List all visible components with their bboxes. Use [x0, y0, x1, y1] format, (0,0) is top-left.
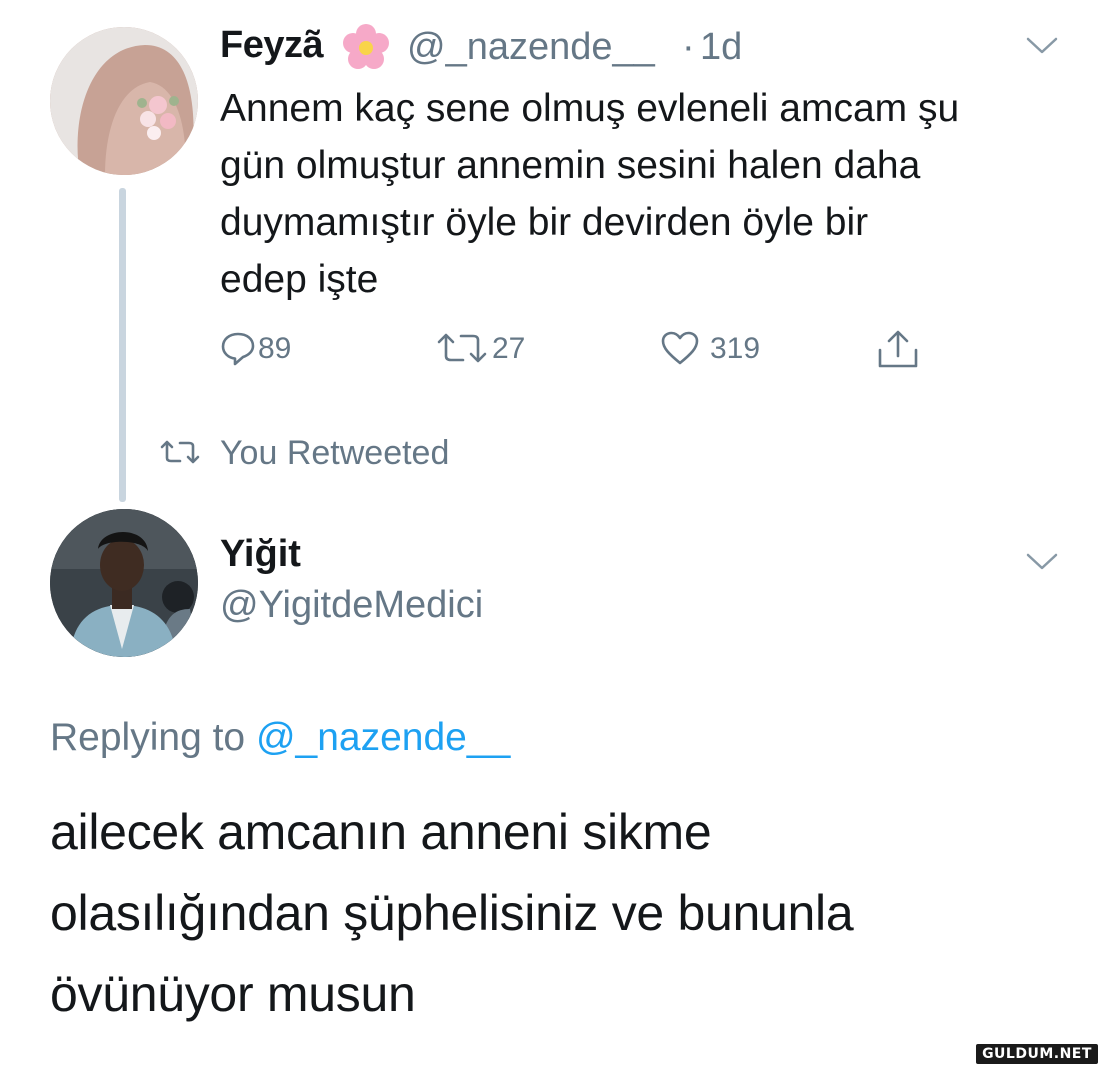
- flower-emoji: [343, 24, 389, 69]
- retweeted-label: You Retweeted: [220, 434, 450, 472]
- reply-icon: [221, 332, 255, 366]
- author-name[interactable]: Yiğit: [220, 533, 301, 576]
- retweet-button[interactable]: 27: [436, 328, 536, 372]
- person-avatar-icon: [50, 509, 198, 657]
- tweet-text-line: övünüyor musun: [50, 966, 416, 1022]
- chevron-down-icon[interactable]: [1024, 549, 1060, 573]
- reply-button[interactable]: 89: [220, 328, 320, 372]
- author-handle[interactable]: @YigitdeMedici: [220, 584, 483, 627]
- tweet-text-line: gün olmuştur annemin sesini halen daha: [220, 144, 921, 187]
- tweet-text-line: edep işte: [220, 258, 379, 301]
- retweet-icon: [437, 333, 487, 363]
- like-button[interactable]: 319: [660, 328, 780, 372]
- replying-label: Replying to: [50, 716, 256, 759]
- reply-count: 89: [258, 332, 292, 365]
- chevron-down-icon[interactable]: [1024, 33, 1060, 57]
- like-count: 319: [710, 332, 761, 365]
- heart-icon: [661, 331, 699, 365]
- avatar[interactable]: [50, 27, 198, 175]
- tweet-text-line: olasılığından şüphelisiniz ve bununla: [50, 885, 854, 941]
- retweet-count: 27: [492, 332, 526, 365]
- avatar[interactable]: [50, 509, 198, 657]
- share-button[interactable]: [876, 328, 926, 372]
- watermark-logo: GULDUM.NET: [976, 1044, 1098, 1064]
- share-icon: [878, 330, 918, 368]
- retweet-icon: [160, 440, 200, 464]
- tweet-text-line: Annem kaç sene olmuş evleneli amcam şu: [220, 87, 960, 130]
- thread-line: [119, 188, 126, 502]
- author-handle[interactable]: @_nazende__: [407, 26, 655, 69]
- mention-link[interactable]: @_nazende__: [256, 716, 510, 759]
- hijab-avatar-icon: [50, 27, 198, 175]
- tweet-text: ailecek amcanın anneni sikme olasılığınd…: [50, 792, 1070, 1035]
- separator-dot: ·: [682, 26, 695, 68]
- tweet-time[interactable]: 1d: [700, 26, 742, 69]
- replying-to: Replying to @_nazende__: [50, 716, 510, 760]
- tweet-text: Annem kaç sene olmuş evleneli amcam şu g…: [220, 80, 1080, 308]
- tweet-text-line: duymamıştır öyle bir devirden öyle bir: [220, 201, 869, 244]
- author-name[interactable]: Feyzã: [220, 24, 324, 67]
- tweet-text-line: ailecek amcanın anneni sikme: [50, 804, 712, 860]
